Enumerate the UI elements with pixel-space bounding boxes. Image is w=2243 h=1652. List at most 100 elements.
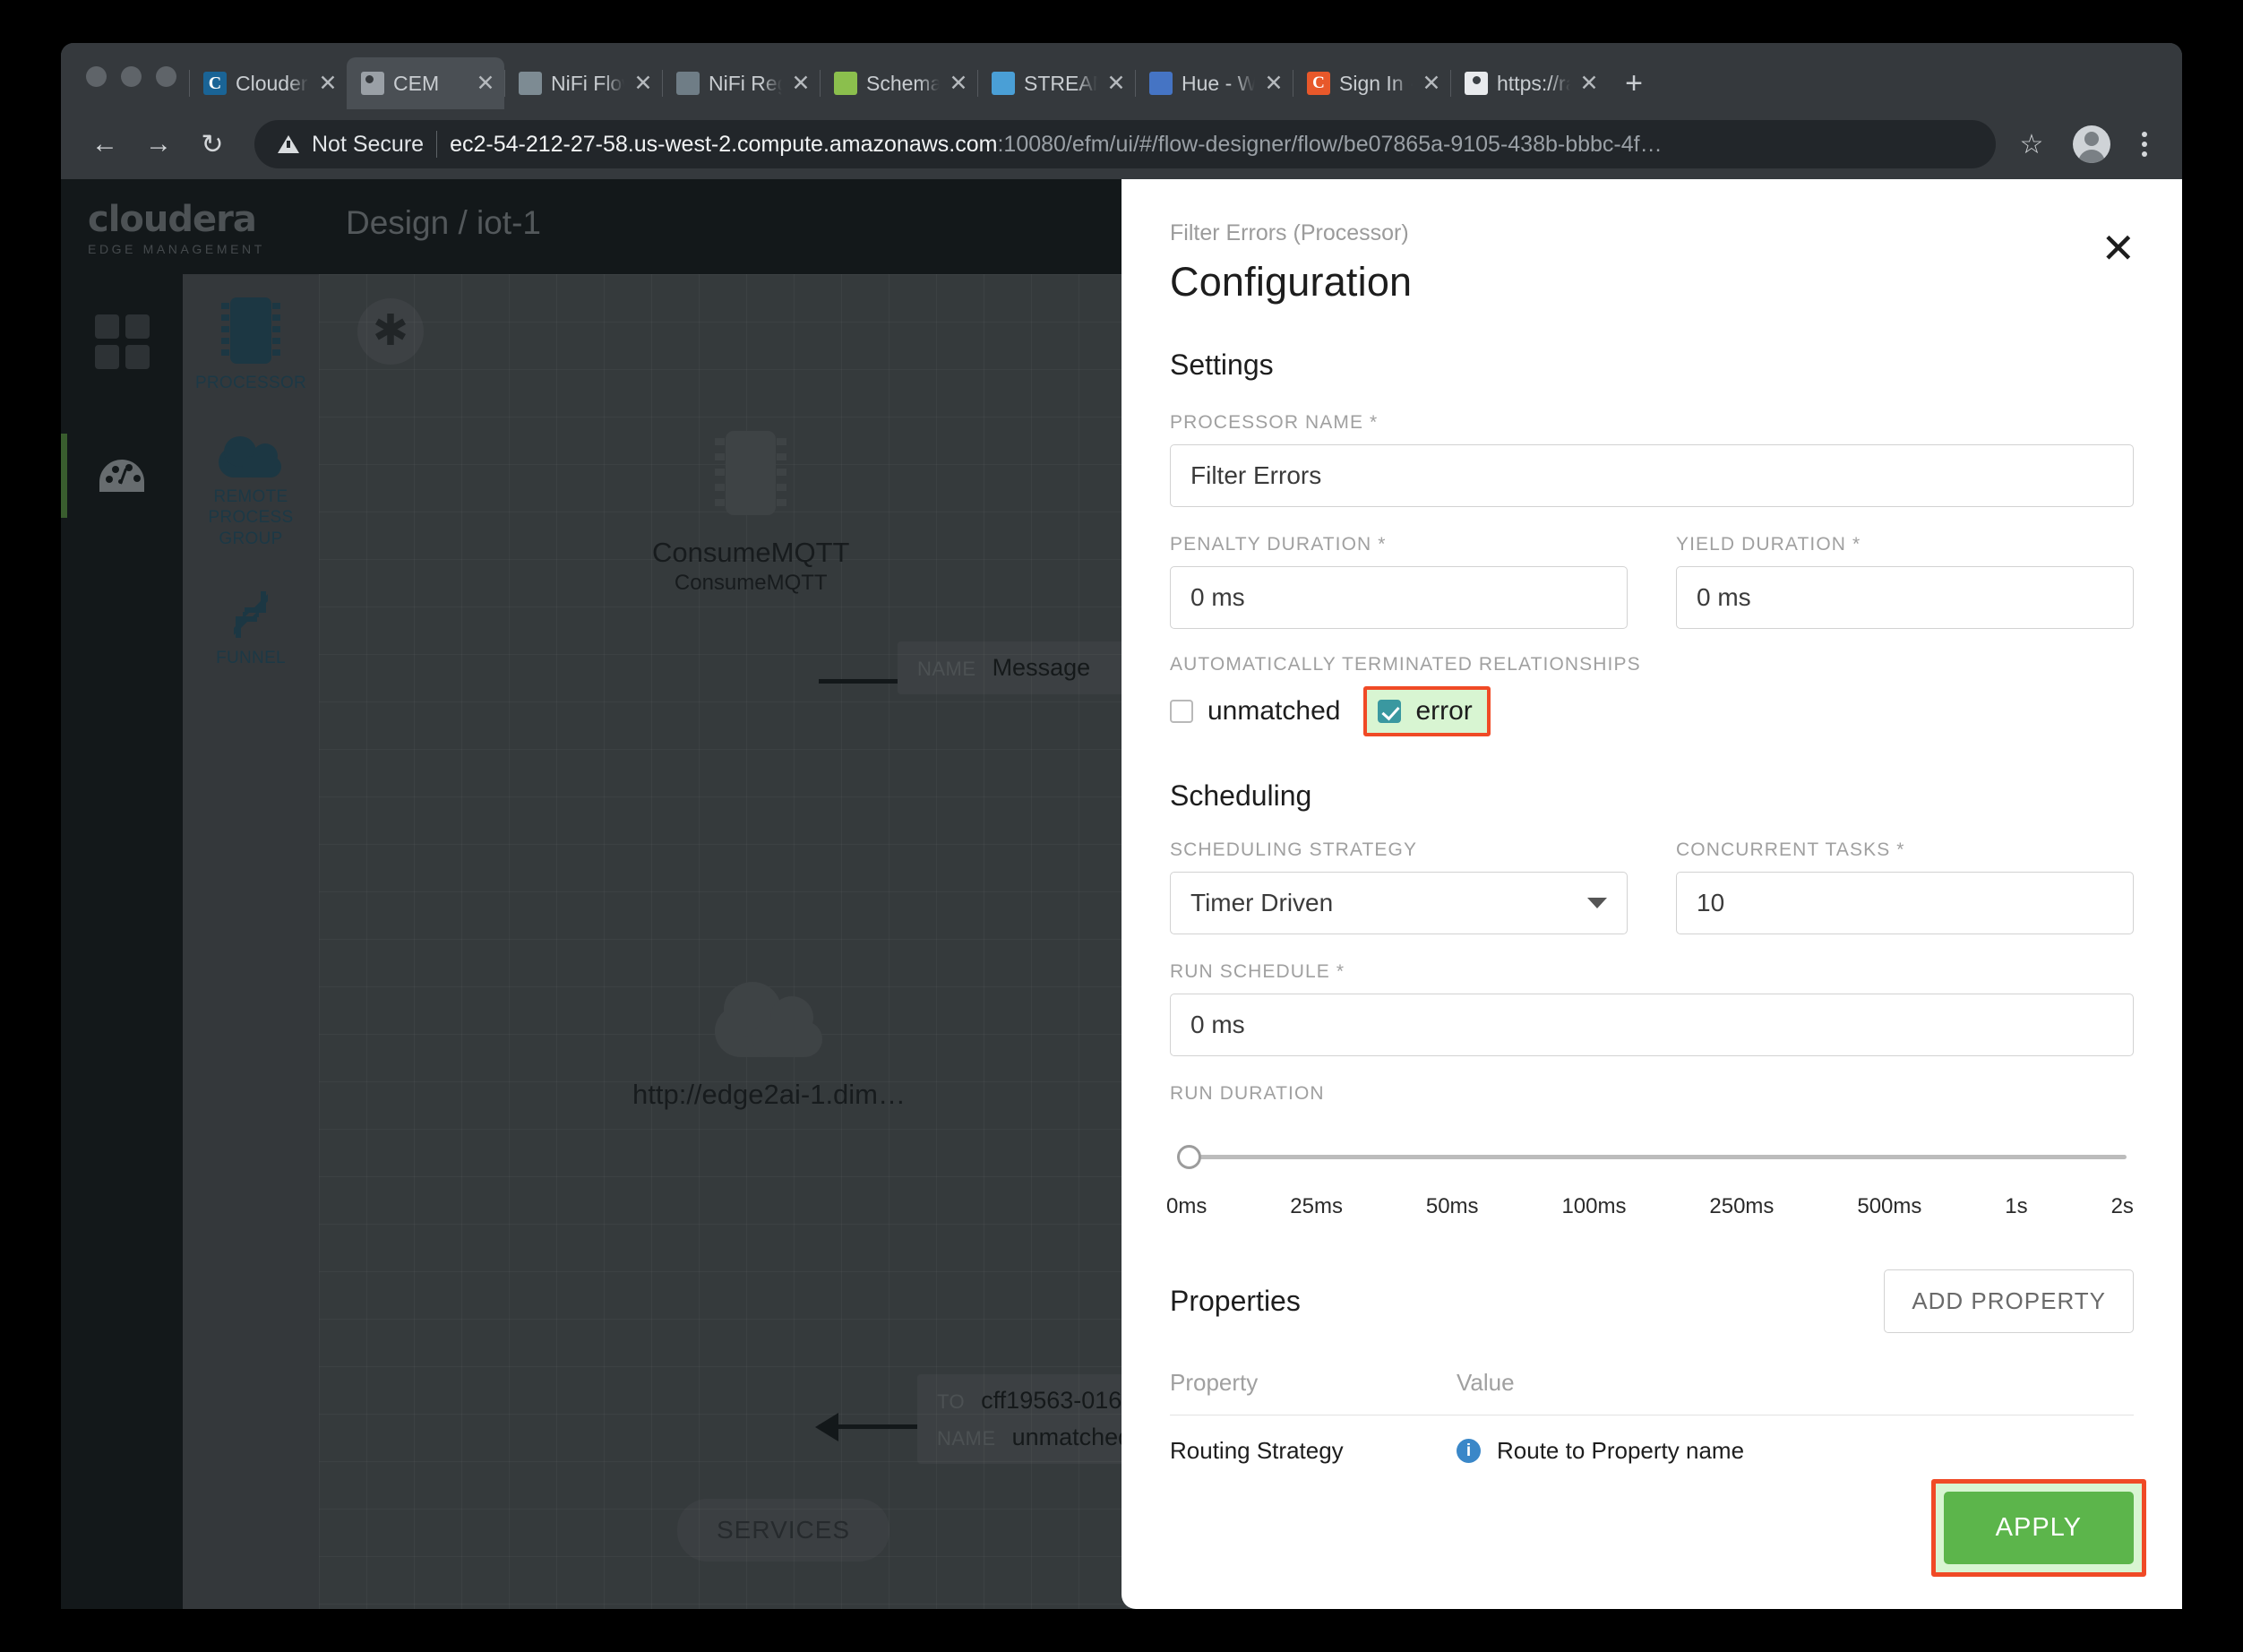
- auto-terminated-label: AUTOMATICALLY TERMINATED RELATIONSHIPS: [1170, 654, 1641, 675]
- chevron-down-icon[interactable]: [1587, 898, 1607, 908]
- divider: [436, 131, 438, 158]
- url-text: ec2-54-212-27-58.us-west-2.compute.amazo…: [450, 132, 1663, 158]
- add-property-button[interactable]: ADD PROPERTY: [1884, 1269, 2134, 1333]
- tick-label: 0ms: [1166, 1194, 1207, 1218]
- run-duration-slider[interactable]: [1170, 1142, 2134, 1173]
- browser-window: C Cloudera ✕ CEM ✕ NiFi Flow ✕ NiFi Regi…: [61, 43, 2182, 1609]
- scheduling-strategy-group: SCHEDULING STRATEGY Timer Driven: [1170, 839, 1628, 934]
- info-icon[interactable]: i: [1457, 1439, 1481, 1463]
- checkbox-checked-icon[interactable]: [1378, 700, 1402, 723]
- address-bar[interactable]: Not Secure ec2-54-212-27-58.us-west-2.co…: [254, 120, 1996, 168]
- scheduling-strategy-value: Timer Driven: [1190, 889, 1334, 916]
- browser-tab-cloudera[interactable]: C Cloudera ✕: [189, 57, 347, 109]
- reload-icon[interactable]: ↻: [188, 120, 236, 168]
- close-icon[interactable]: ✕: [949, 72, 968, 95]
- back-icon[interactable]: ←: [81, 120, 129, 168]
- yield-duration-label: YIELD DURATION *: [1676, 534, 1861, 555]
- cloudera-signin-icon: C: [1307, 72, 1330, 95]
- browser-tab-nifi-registry[interactable]: NiFi Regi ✕: [662, 57, 820, 109]
- highlight-box-error-relationship: error: [1363, 686, 1491, 736]
- forward-icon[interactable]: →: [134, 120, 183, 168]
- bookmark-star-icon[interactable]: ☆: [2007, 119, 2057, 169]
- relationship-checkbox-error[interactable]: error: [1378, 696, 1473, 727]
- relationship-label: unmatched: [1207, 696, 1341, 726]
- globe-white-icon: [1465, 72, 1488, 95]
- browser-menu-icon[interactable]: [2127, 119, 2162, 169]
- window-traffic-lights: [77, 43, 189, 109]
- panel-content: Filter Errors (Processor) Configuration …: [1122, 179, 2182, 1609]
- hue-icon: [1149, 72, 1173, 95]
- close-icon[interactable]: ✕: [1422, 72, 1441, 95]
- tick-label: 1s: [2005, 1194, 2028, 1218]
- tab-label: Schema: [866, 71, 940, 95]
- close-icon[interactable]: ✕: [633, 72, 653, 95]
- penalty-duration-input[interactable]: 0 ms: [1170, 566, 1628, 629]
- maximize-window-button[interactable]: [156, 65, 176, 87]
- minimize-window-button[interactable]: [121, 65, 142, 87]
- slider-track[interactable]: [1186, 1155, 2127, 1159]
- properties-table: Property Value Routing Strategy i Route …: [1170, 1369, 2134, 1465]
- browser-tab-stream[interactable]: STREAM ✕: [977, 57, 1135, 109]
- processor-name-label: PROCESSOR NAME *: [1170, 412, 1379, 433]
- tab-label: https://ra: [1497, 71, 1570, 95]
- close-icon[interactable]: ✕: [476, 72, 495, 95]
- run-schedule-input[interactable]: 0 ms: [1170, 994, 2134, 1056]
- run-schedule-label: RUN SCHEDULE *: [1170, 961, 1345, 982]
- processor-name-input[interactable]: Filter Errors: [1170, 444, 2134, 507]
- relationship-checkbox-unmatched[interactable]: unmatched: [1170, 696, 1340, 727]
- tab-label: Sign In ·: [1339, 71, 1413, 95]
- new-tab-button[interactable]: +: [1608, 57, 1660, 109]
- column-header-value: Value: [1457, 1369, 1515, 1396]
- scheduling-strategy-select[interactable]: Timer Driven: [1170, 872, 1628, 934]
- scheduling-row: SCHEDULING STRATEGY Timer Driven CONCURR…: [1170, 839, 2134, 934]
- close-icon[interactable]: ✕: [1579, 72, 1599, 95]
- apply-button[interactable]: APPLY: [1943, 1492, 2134, 1564]
- browser-toolbar: ← → ↻ Not Secure ec2-54-212-27-58.us-wes…: [61, 109, 2182, 179]
- concurrent-tasks-group: CONCURRENT TASKS * 10: [1676, 839, 2134, 934]
- url-path: :10080/efm/ui/#/flow-designer/flow/be078…: [997, 131, 1663, 157]
- nifi-registry-icon: [676, 72, 700, 95]
- browser-tab-hue[interactable]: Hue - We ✕: [1135, 57, 1293, 109]
- close-icon[interactable]: ✕: [1264, 72, 1284, 95]
- tick-label: 2s: [2110, 1194, 2134, 1218]
- checkbox-icon[interactable]: [1170, 700, 1193, 723]
- close-window-button[interactable]: [86, 65, 107, 87]
- highlight-box-apply-button: APPLY: [1930, 1479, 2146, 1577]
- tab-label: NiFi Flow: [551, 71, 624, 95]
- browser-tab-schema[interactable]: Schema ✕: [820, 57, 977, 109]
- property-value: Route to Property name: [1497, 1437, 1745, 1464]
- page-title: Configuration: [1170, 259, 1413, 305]
- browser-tab-nifi-flow[interactable]: NiFi Flow ✕: [504, 57, 662, 109]
- run-duration-tick-labels: 0ms 25ms 50ms 100ms 250ms 500ms 1s 2s: [1166, 1194, 2134, 1219]
- tick-label: 250ms: [1709, 1194, 1775, 1218]
- relationship-label: error: [1415, 696, 1473, 726]
- run-duration-group: RUN DURATION 0ms 25ms 50ms 100ms 250ms 5…: [1166, 1083, 2134, 1219]
- scheduling-strategy-label: SCHEDULING STRATEGY: [1170, 839, 1418, 860]
- tab-label: STREAM: [1024, 71, 1097, 95]
- penalty-duration-group: PENALTY DURATION * 0 ms: [1170, 534, 1628, 629]
- close-icon[interactable]: ✕: [2101, 228, 2136, 269]
- property-name: Routing Strategy: [1170, 1437, 1344, 1464]
- column-header-property: Property: [1170, 1369, 1259, 1396]
- properties-heading: Properties: [1170, 1285, 1301, 1317]
- run-duration-label: RUN DURATION: [1170, 1083, 1325, 1104]
- penalty-duration-label: PENALTY DURATION *: [1170, 534, 1387, 555]
- tab-label: Cloudera: [236, 71, 309, 95]
- cloudera-icon: C: [203, 72, 227, 95]
- yield-duration-input[interactable]: 0 ms: [1676, 566, 2134, 629]
- browser-tab-signin[interactable]: C Sign In · ✕: [1293, 57, 1450, 109]
- concurrent-tasks-input[interactable]: 10: [1676, 872, 2134, 934]
- properties-header: Properties ADD PROPERTY: [1170, 1269, 2134, 1333]
- browser-tab-cem[interactable]: CEM ✕: [347, 57, 504, 109]
- slider-thumb[interactable]: [1177, 1145, 1201, 1169]
- browser-tab-ra[interactable]: https://ra ✕: [1450, 57, 1608, 109]
- profile-avatar-icon[interactable]: [2073, 125, 2110, 163]
- globe-icon: [361, 72, 384, 95]
- close-icon[interactable]: ✕: [791, 72, 811, 95]
- url-host: ec2-54-212-27-58.us-west-2.compute.amazo…: [450, 131, 998, 157]
- table-row[interactable]: Routing Strategy i Route to Property nam…: [1170, 1415, 2134, 1465]
- tick-label: 25ms: [1290, 1194, 1343, 1218]
- close-icon[interactable]: ✕: [318, 72, 338, 95]
- close-icon[interactable]: ✕: [1106, 72, 1126, 95]
- settings-heading: Settings: [1170, 348, 1274, 381]
